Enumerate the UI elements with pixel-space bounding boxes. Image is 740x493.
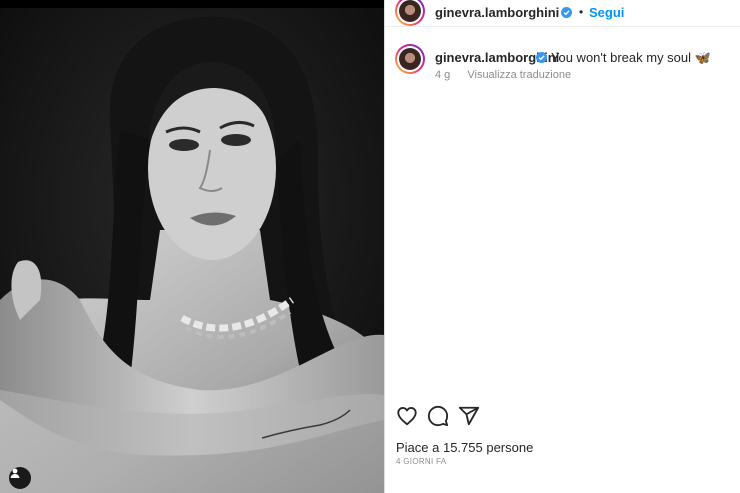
separator-dot: • (579, 5, 584, 19)
likes-count[interactable]: Piace a 15.755 persone (396, 440, 533, 455)
comment-icon[interactable] (427, 405, 449, 427)
follow-button[interactable]: Segui (589, 5, 624, 20)
caption-body: You won't break my soul (551, 50, 692, 65)
avatar-photo (399, 48, 421, 70)
user-tag-button[interactable] (9, 467, 31, 489)
paper-plane-icon[interactable] (458, 405, 480, 427)
avatar-ring (397, 46, 423, 72)
post-details-panel: ginevra.lamborghini • Segui ginevra.lamb… (385, 0, 740, 493)
post-image[interactable] (0, 0, 384, 493)
caption-text: You won't break my soul 🦋 (551, 50, 711, 66)
verified-badge-icon (536, 52, 547, 63)
see-translation-link[interactable]: Visualizza traduzione (467, 69, 571, 81)
heart-icon[interactable] (396, 405, 418, 427)
caption-avatar[interactable] (395, 44, 425, 74)
avatar[interactable] (395, 0, 425, 26)
user-tag-icon (10, 468, 20, 478)
caption-meta: 4 g Visualizza traduzione (435, 69, 571, 81)
post-date: 4 GIORNI FA (396, 457, 447, 466)
portrait-photo (0, 8, 384, 493)
verified-badge-icon (561, 7, 572, 18)
header-username[interactable]: ginevra.lamborghini (435, 5, 559, 20)
post-header: ginevra.lamborghini • Segui (385, 0, 740, 27)
post-age: 4 g (435, 69, 451, 81)
action-bar (385, 405, 740, 429)
avatar-ring (397, 0, 423, 24)
butterfly-emoji: 🦋 (694, 50, 711, 65)
avatar-photo (399, 0, 421, 22)
